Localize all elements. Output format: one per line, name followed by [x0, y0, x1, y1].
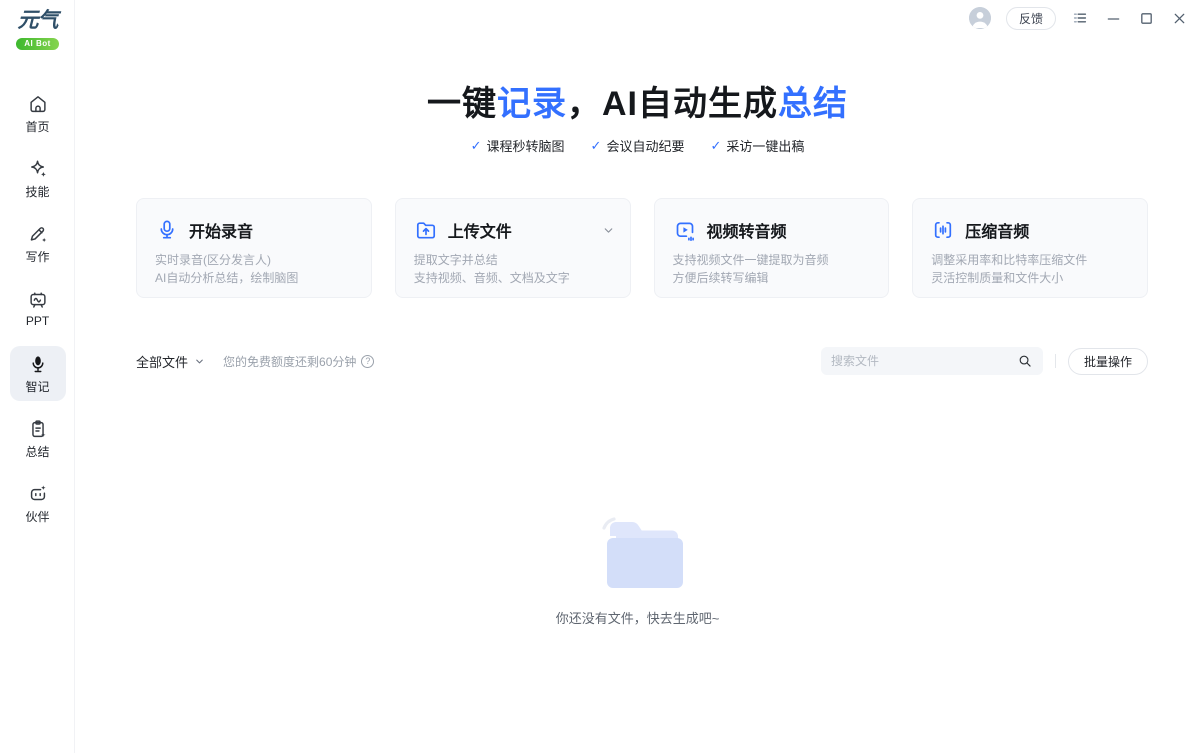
- search-input[interactable]: [831, 354, 1017, 368]
- card-title: 视频转音频: [707, 218, 787, 242]
- card-description: 提取文字并总结 支持视频、音频、文档及文字: [414, 251, 612, 287]
- card-desc-line: 方便后续转写编辑: [673, 269, 871, 287]
- titlebar: 反馈: [969, 6, 1188, 30]
- feature-text: 会议自动纪要: [606, 136, 684, 155]
- feature-item: ✓ 采访一键出稿: [710, 136, 804, 155]
- app-logo-text: 元气: [0, 9, 75, 33]
- compress-audio-icon: [931, 218, 955, 242]
- app-logo: 元气 AI Bot: [0, 9, 75, 51]
- card-desc-line: 实时录音(区分发言人): [155, 251, 353, 269]
- sidebar-item-label: 智记: [25, 378, 49, 395]
- video-to-audio-card[interactable]: 视频转音频 支持视频文件一键提取为音频 方便后续转写编辑: [654, 198, 890, 298]
- app-logo-badge: AI Bot: [16, 38, 59, 50]
- sidebar-item-summary[interactable]: 总结: [0, 411, 75, 476]
- sidebar-item-label: 伙伴: [25, 508, 49, 525]
- chevron-down-icon[interactable]: [602, 224, 615, 237]
- quota-label: 您的免费额度还剩60分钟: [223, 353, 356, 370]
- feature-item: ✓ 课程秒转脑图: [471, 136, 565, 155]
- close-icon[interactable]: [1170, 9, 1188, 27]
- card-desc-line: 支持视频文件一键提取为音频: [673, 251, 871, 269]
- sidebar-item-writing[interactable]: 写作: [0, 216, 75, 281]
- search-box[interactable]: [821, 347, 1043, 375]
- sidebar-item-home[interactable]: 首页: [0, 86, 75, 151]
- feature-text: 采访一键出稿: [726, 136, 804, 155]
- sidebar-item-label: 写作: [25, 248, 49, 265]
- title-part-highlight: 总结: [778, 85, 848, 123]
- title-part: 一键: [427, 85, 497, 123]
- card-description: 调整采用率和比特率压缩文件 灵活控制质量和文件大小: [931, 251, 1129, 287]
- help-icon[interactable]: ?: [361, 355, 374, 368]
- divider: [1055, 354, 1056, 368]
- minimize-icon[interactable]: [1104, 9, 1122, 27]
- compress-audio-card[interactable]: 压缩音频 调整采用率和比特率压缩文件 灵活控制质量和文件大小: [912, 198, 1148, 298]
- feature-item: ✓会议自动纪要: [591, 136, 685, 155]
- sidebar-item-label: 首页: [25, 118, 49, 135]
- card-desc-line: 调整采用率和比特率压缩文件: [931, 251, 1129, 269]
- upload-file-card[interactable]: 上传文件 提取文字并总结 支持视频、音频、文档及文字: [395, 198, 631, 298]
- sidebar-item-partner[interactable]: 伙伴: [0, 476, 75, 541]
- feedback-button[interactable]: 反馈: [1006, 7, 1056, 30]
- card-title: 压缩音频: [965, 218, 1029, 242]
- empty-folder-illustration: [576, 506, 700, 602]
- file-toolbar: 全部文件 您的免费额度还剩60分钟 ? 批量操作: [136, 347, 1148, 375]
- card-desc-line: 提取文字并总结: [414, 251, 612, 269]
- sidebar: 元气 AI Bot 首页 技能: [0, 0, 75, 753]
- record-mic-icon: [155, 218, 179, 242]
- sidebar-item-skills[interactable]: 技能: [0, 151, 75, 216]
- check-icon: ✓: [591, 138, 602, 154]
- card-title: 开始录音: [189, 218, 253, 242]
- action-cards: 开始录音 实时录音(区分发言人) AI自动分析总结，绘制脑图 上传文件 提取文字…: [136, 198, 1148, 298]
- sidebar-item-label: PPT: [26, 314, 49, 328]
- free-quota-text: 您的免费额度还剩60分钟 ?: [223, 353, 374, 370]
- card-title: 上传文件: [448, 218, 512, 242]
- card-desc-line: AI自动分析总结，绘制脑图: [155, 269, 353, 287]
- card-desc-line: 支持视频、音频、文档及文字: [414, 269, 612, 287]
- sidebar-item-ppt[interactable]: PPT: [0, 281, 75, 346]
- video-to-audio-icon: [673, 218, 697, 242]
- presentation-icon: [27, 289, 49, 311]
- check-icon: ✓: [710, 138, 721, 154]
- title-part-highlight: 记录: [497, 85, 567, 123]
- sidebar-item-label: 总结: [25, 443, 49, 460]
- robot-icon: [27, 483, 49, 505]
- menu-list-icon[interactable]: [1071, 9, 1089, 27]
- sidebar-item-label: 技能: [25, 183, 49, 200]
- maximize-icon[interactable]: [1137, 9, 1155, 27]
- search-icon[interactable]: [1017, 353, 1033, 369]
- sparkle-icon: [27, 158, 49, 180]
- feature-text: 课程秒转脑图: [487, 136, 565, 155]
- empty-state: 你还没有文件，快去生成吧~: [75, 506, 1200, 627]
- card-description: 支持视频文件一键提取为音频 方便后续转写编辑: [673, 251, 871, 287]
- pen-icon: [27, 223, 49, 245]
- card-desc-line: 灵活控制质量和文件大小: [931, 269, 1129, 287]
- title-part: ，AI自动生成: [567, 85, 778, 123]
- clipboard-icon: [27, 418, 49, 440]
- file-filter-label: 全部文件: [136, 352, 188, 371]
- upload-folder-icon: [414, 218, 438, 242]
- file-toolbar-right: 批量操作: [821, 347, 1148, 375]
- card-description: 实时录音(区分发言人) AI自动分析总结，绘制脑图: [155, 251, 353, 287]
- page-title: 一键记录，AI自动生成总结: [75, 84, 1200, 124]
- feature-list: ✓课程秒转脑图 ✓会议自动纪要 ✓采访一键出稿: [75, 136, 1200, 155]
- start-recording-card[interactable]: 开始录音 实时录音(区分发言人) AI自动分析总结，绘制脑图: [136, 198, 372, 298]
- sidebar-item-smart-notes[interactable]: 智记: [0, 346, 75, 411]
- check-icon: ✓: [471, 138, 482, 154]
- avatar[interactable]: [969, 7, 991, 29]
- sidebar-nav: 首页 技能 写作 PPT: [0, 86, 75, 541]
- chevron-down-icon: [194, 356, 205, 367]
- empty-state-message: 你还没有文件，快去生成吧~: [556, 608, 720, 627]
- batch-operations-button[interactable]: 批量操作: [1068, 348, 1148, 375]
- file-filter-dropdown[interactable]: 全部文件: [136, 352, 205, 371]
- microphone-filled-icon: [27, 353, 49, 375]
- home-icon: [27, 93, 49, 115]
